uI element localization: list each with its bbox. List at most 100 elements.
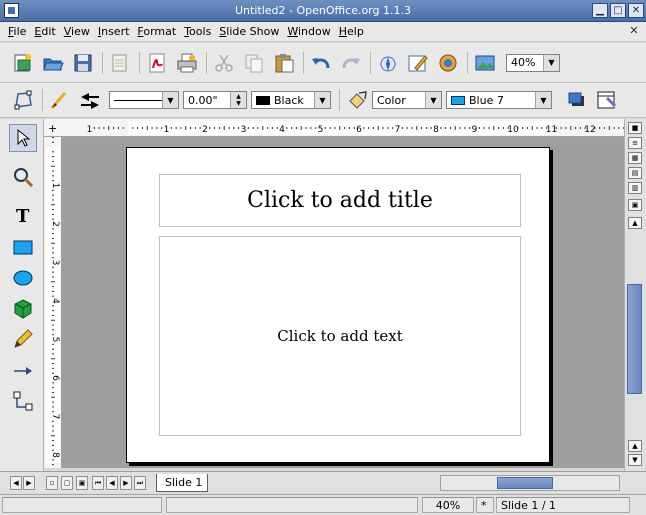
status-size — [166, 497, 418, 513]
paste-icon[interactable] — [273, 52, 295, 74]
shadow-icon[interactable] — [566, 89, 588, 111]
area-color-label: Blue 7 — [469, 93, 504, 107]
chevron-down-icon[interactable]: ▼ — [425, 92, 441, 108]
stylist-icon[interactable] — [407, 52, 429, 74]
ellipse-icon — [13, 270, 33, 286]
first-slide-icon[interactable]: ⏮ — [92, 476, 104, 490]
notes-view-icon[interactable]: ▤ — [628, 167, 642, 179]
vertical-ruler[interactable]: 1 2 3 4 5 6 7 8 — [44, 137, 62, 468]
menu-window[interactable]: Window — [283, 25, 334, 38]
minimize-button[interactable]: ▁ — [592, 3, 608, 18]
horizontal-scrollbar-thumb[interactable] — [497, 477, 553, 489]
status-zoom[interactable]: 40% — [422, 497, 474, 513]
edit-file-icon[interactable] — [109, 52, 131, 74]
slide-canvas[interactable]: Click to add title Click to add text — [126, 147, 550, 463]
chevron-down-icon[interactable]: ▼ — [162, 92, 178, 108]
line-style-combo[interactable]: ▼ — [109, 91, 179, 109]
scroll-page-up-icon[interactable]: ▲ — [628, 440, 642, 452]
vertical-scrollbar-thumb[interactable] — [627, 284, 642, 394]
ruler-tick-label: 8 — [50, 452, 60, 458]
ruler-tick-label: 2 — [202, 125, 208, 135]
menu-help[interactable]: Help — [335, 25, 368, 38]
export-pdf-icon[interactable] — [146, 52, 168, 74]
spin-icon[interactable]: ▲ ▼ — [230, 92, 246, 108]
title-placeholder[interactable]: Click to add title — [159, 174, 521, 227]
navigator-icon[interactable] — [377, 52, 399, 74]
horizontal-ruler[interactable]: 1 1 2 3 4 5 6 7 8 9 10 11 12 + — [44, 119, 626, 137]
3d-objects-tool[interactable] — [9, 295, 37, 323]
ruler-tick-label: 4 — [279, 125, 285, 135]
arrow-style-icon[interactable] — [79, 89, 101, 111]
menu-insert[interactable]: Insert — [94, 25, 134, 38]
master-mode-icon[interactable]: ▣ — [76, 476, 88, 490]
menu-slide-show[interactable]: Slide Show — [215, 25, 283, 38]
chevron-down-icon[interactable]: ▼ — [535, 92, 551, 108]
area-style-combo[interactable]: Color ▼ — [372, 91, 442, 109]
print-icon[interactable] — [176, 52, 198, 74]
line-color-label: Black — [274, 93, 304, 107]
line-color-combo[interactable]: Black ▼ — [251, 91, 331, 109]
horizontal-scrollbar[interactable] — [440, 475, 620, 491]
chevron-down-icon[interactable]: ▼ — [314, 92, 330, 108]
menu-view[interactable]: View — [60, 25, 94, 38]
new-document-icon[interactable] — [12, 52, 34, 74]
drawing-mode-icon[interactable]: ▫ — [46, 476, 58, 490]
next-slide-icon[interactable]: ▶ — [120, 476, 132, 490]
document-close-icon[interactable]: ✕ — [628, 25, 640, 37]
close-button[interactable]: ✕ — [628, 3, 644, 18]
image-gallery-icon[interactable] — [474, 52, 496, 74]
redo-icon[interactable] — [340, 52, 362, 74]
open-folder-icon[interactable] — [42, 52, 64, 74]
save-icon[interactable] — [72, 52, 94, 74]
handout-view-icon[interactable]: ▥ — [628, 182, 642, 194]
gallery-icon[interactable] — [437, 52, 459, 74]
properties-icon[interactable] — [596, 89, 618, 111]
rectangle-icon — [13, 240, 33, 255]
curve-tool[interactable] — [9, 325, 37, 353]
undo-icon[interactable] — [310, 52, 332, 74]
title-placeholder-text: Click to add title — [247, 188, 433, 213]
ellipse-tool[interactable] — [9, 264, 37, 292]
lines-arrows-tool[interactable] — [9, 357, 37, 385]
outline-view-icon[interactable]: ≡ — [628, 137, 642, 149]
prev-slide-icon[interactable]: ◀ — [106, 476, 118, 490]
line-width-spinner[interactable]: 0.00" ▲ ▼ — [183, 91, 247, 109]
scroll-left-icon[interactable]: ◀ — [10, 476, 22, 490]
scroll-up-icon[interactable]: ▲ — [628, 217, 642, 229]
edit-points-icon[interactable] — [12, 89, 34, 111]
app-icon[interactable] — [4, 3, 19, 18]
copy-icon[interactable] — [243, 52, 265, 74]
menu-tools[interactable]: Tools — [180, 25, 215, 38]
drawing-view-icon[interactable]: ■ — [628, 122, 642, 134]
ruler-tick-label: 3 — [50, 260, 60, 266]
scroll-right-icon[interactable]: ▶ — [23, 476, 35, 490]
ruler-tick-label: 7 — [50, 414, 60, 420]
layer-mode-icon[interactable]: ▢ — [61, 476, 73, 490]
rectangle-tool[interactable] — [9, 233, 37, 261]
zoom-tool[interactable] — [9, 163, 37, 191]
text-tool[interactable]: T — [9, 201, 37, 229]
chevron-down-icon[interactable]: ▼ — [543, 54, 559, 71]
slide-tab[interactable]: Slide 1 — [156, 474, 208, 492]
scroll-page-down-icon[interactable]: ▼ — [628, 454, 642, 466]
connector-tool[interactable] — [9, 387, 37, 415]
maximize-button[interactable]: □ — [610, 3, 626, 18]
menu-format[interactable]: Format — [133, 25, 180, 38]
slide-show-icon[interactable]: ▣ — [628, 199, 642, 211]
area-fill-icon[interactable] — [346, 89, 368, 111]
cut-icon[interactable] — [213, 52, 235, 74]
menu-file[interactable]: File — [4, 25, 30, 38]
connector-icon — [13, 391, 33, 411]
zoom-combo[interactable]: 40% ▼ — [506, 53, 560, 72]
slide-workspace[interactable]: Click to add title Click to add text — [62, 137, 624, 468]
area-color-combo[interactable]: Blue 7 ▼ — [446, 91, 552, 109]
text-placeholder[interactable]: Click to add text — [159, 236, 521, 436]
select-tool[interactable] — [9, 124, 37, 152]
pencil-icon — [14, 329, 33, 348]
ruler-tick-label: 6 — [50, 375, 60, 381]
last-slide-icon[interactable]: ⏭ — [134, 476, 146, 490]
slide-view-icon[interactable]: ▦ — [628, 152, 642, 164]
line-color-swatch — [256, 96, 270, 105]
menu-edit[interactable]: Edit — [30, 25, 59, 38]
line-icon[interactable] — [49, 89, 71, 111]
